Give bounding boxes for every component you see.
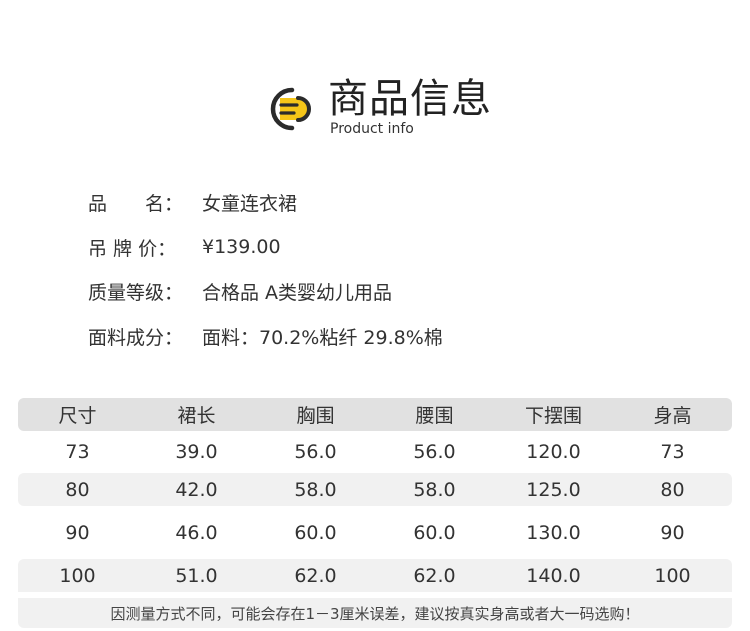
table-cell: 60.0: [294, 521, 337, 544]
info-value: 合格品 A类婴幼儿用品: [202, 282, 393, 305]
table-header-cell: 身高: [653, 405, 692, 427]
table-cell: 51.0: [175, 564, 218, 587]
table-cell: 125.0: [526, 478, 581, 501]
table-cell: 73: [65, 441, 90, 463]
table-cell: 73: [660, 441, 685, 463]
info-label: 品 名：: [88, 192, 184, 215]
table-row: 100 51.0 62.0 62.0 140.0 100: [18, 559, 732, 592]
page-title: 商品信息: [328, 76, 492, 122]
table-cell: 80: [660, 478, 685, 501]
info-row-grade: 质量等级： 合格品 A类婴幼儿用品: [88, 269, 443, 314]
page-subtitle: Product info: [330, 121, 414, 137]
info-value: 女童连衣裙: [202, 192, 298, 215]
table-cell: 62.0: [294, 564, 337, 587]
table-row: 90 46.0 60.0 60.0 130.0 90: [18, 506, 732, 559]
table-cell: 39.0: [175, 441, 218, 463]
table-cell: 100: [59, 564, 96, 587]
table-cell: 56.0: [413, 441, 456, 463]
table-header-cell: 裙长: [177, 405, 216, 427]
table-cell: 42.0: [175, 478, 218, 501]
table-header-row: 尺寸 裙长 胸围 腰围 下摆围 身高: [18, 398, 732, 431]
table-cell: 60.0: [413, 521, 456, 544]
table-cell: 140.0: [526, 564, 581, 587]
info-label: 质量等级：: [88, 282, 184, 305]
table-header-cell: 腰围: [415, 405, 454, 427]
table-cell: 100: [654, 564, 691, 587]
table-cell: 56.0: [294, 441, 337, 463]
document-lines-icon: [270, 87, 311, 131]
info-row-fabric: 面料成分： 面料：70.2%粘纤 29.8%棉: [88, 314, 443, 359]
table-header-cell: 尺寸: [58, 405, 97, 427]
table-cell: 62.0: [413, 564, 456, 587]
product-info-list: 品 名： 女童连衣裙 吊 牌 价： ¥139.00 质量等级： 合格品 A类婴幼…: [88, 180, 443, 359]
info-row-price: 吊 牌 价： ¥139.00: [88, 225, 443, 270]
table-cell: 80: [65, 478, 90, 501]
info-row-name: 品 名： 女童连衣裙: [88, 180, 443, 225]
section-header: 商品信息 Product info: [264, 72, 524, 142]
table-row: 73 39.0 56.0 56.0 120.0 73: [18, 431, 732, 473]
info-label: 吊 牌 价：: [88, 237, 177, 260]
table-header-cell: 胸围: [296, 405, 335, 427]
measurement-note: 因测量方式不同，可能会存在1－3厘米误差，建议按真实身高或者大一码选购！: [18, 598, 732, 628]
table-header-cell: 下摆围: [524, 405, 582, 427]
info-label: 面料成分：: [88, 326, 184, 349]
info-value: 面料：70.2%粘纤 29.8%棉: [202, 326, 443, 349]
table-cell: 58.0: [413, 478, 456, 501]
table-cell: 130.0: [526, 521, 581, 544]
table-cell: 90: [65, 521, 90, 544]
table-cell: 46.0: [175, 521, 218, 544]
table-cell: 90: [660, 521, 685, 544]
info-value: ¥139.00: [202, 236, 281, 259]
table-cell: 58.0: [294, 478, 337, 501]
table-cell: 120.0: [526, 441, 581, 463]
size-table: 尺寸 裙长 胸围 腰围 下摆围 身高 73 39.0 56.0 56.0 120…: [18, 398, 732, 592]
table-row: 80 42.0 58.0 58.0 125.0 80: [18, 473, 732, 506]
